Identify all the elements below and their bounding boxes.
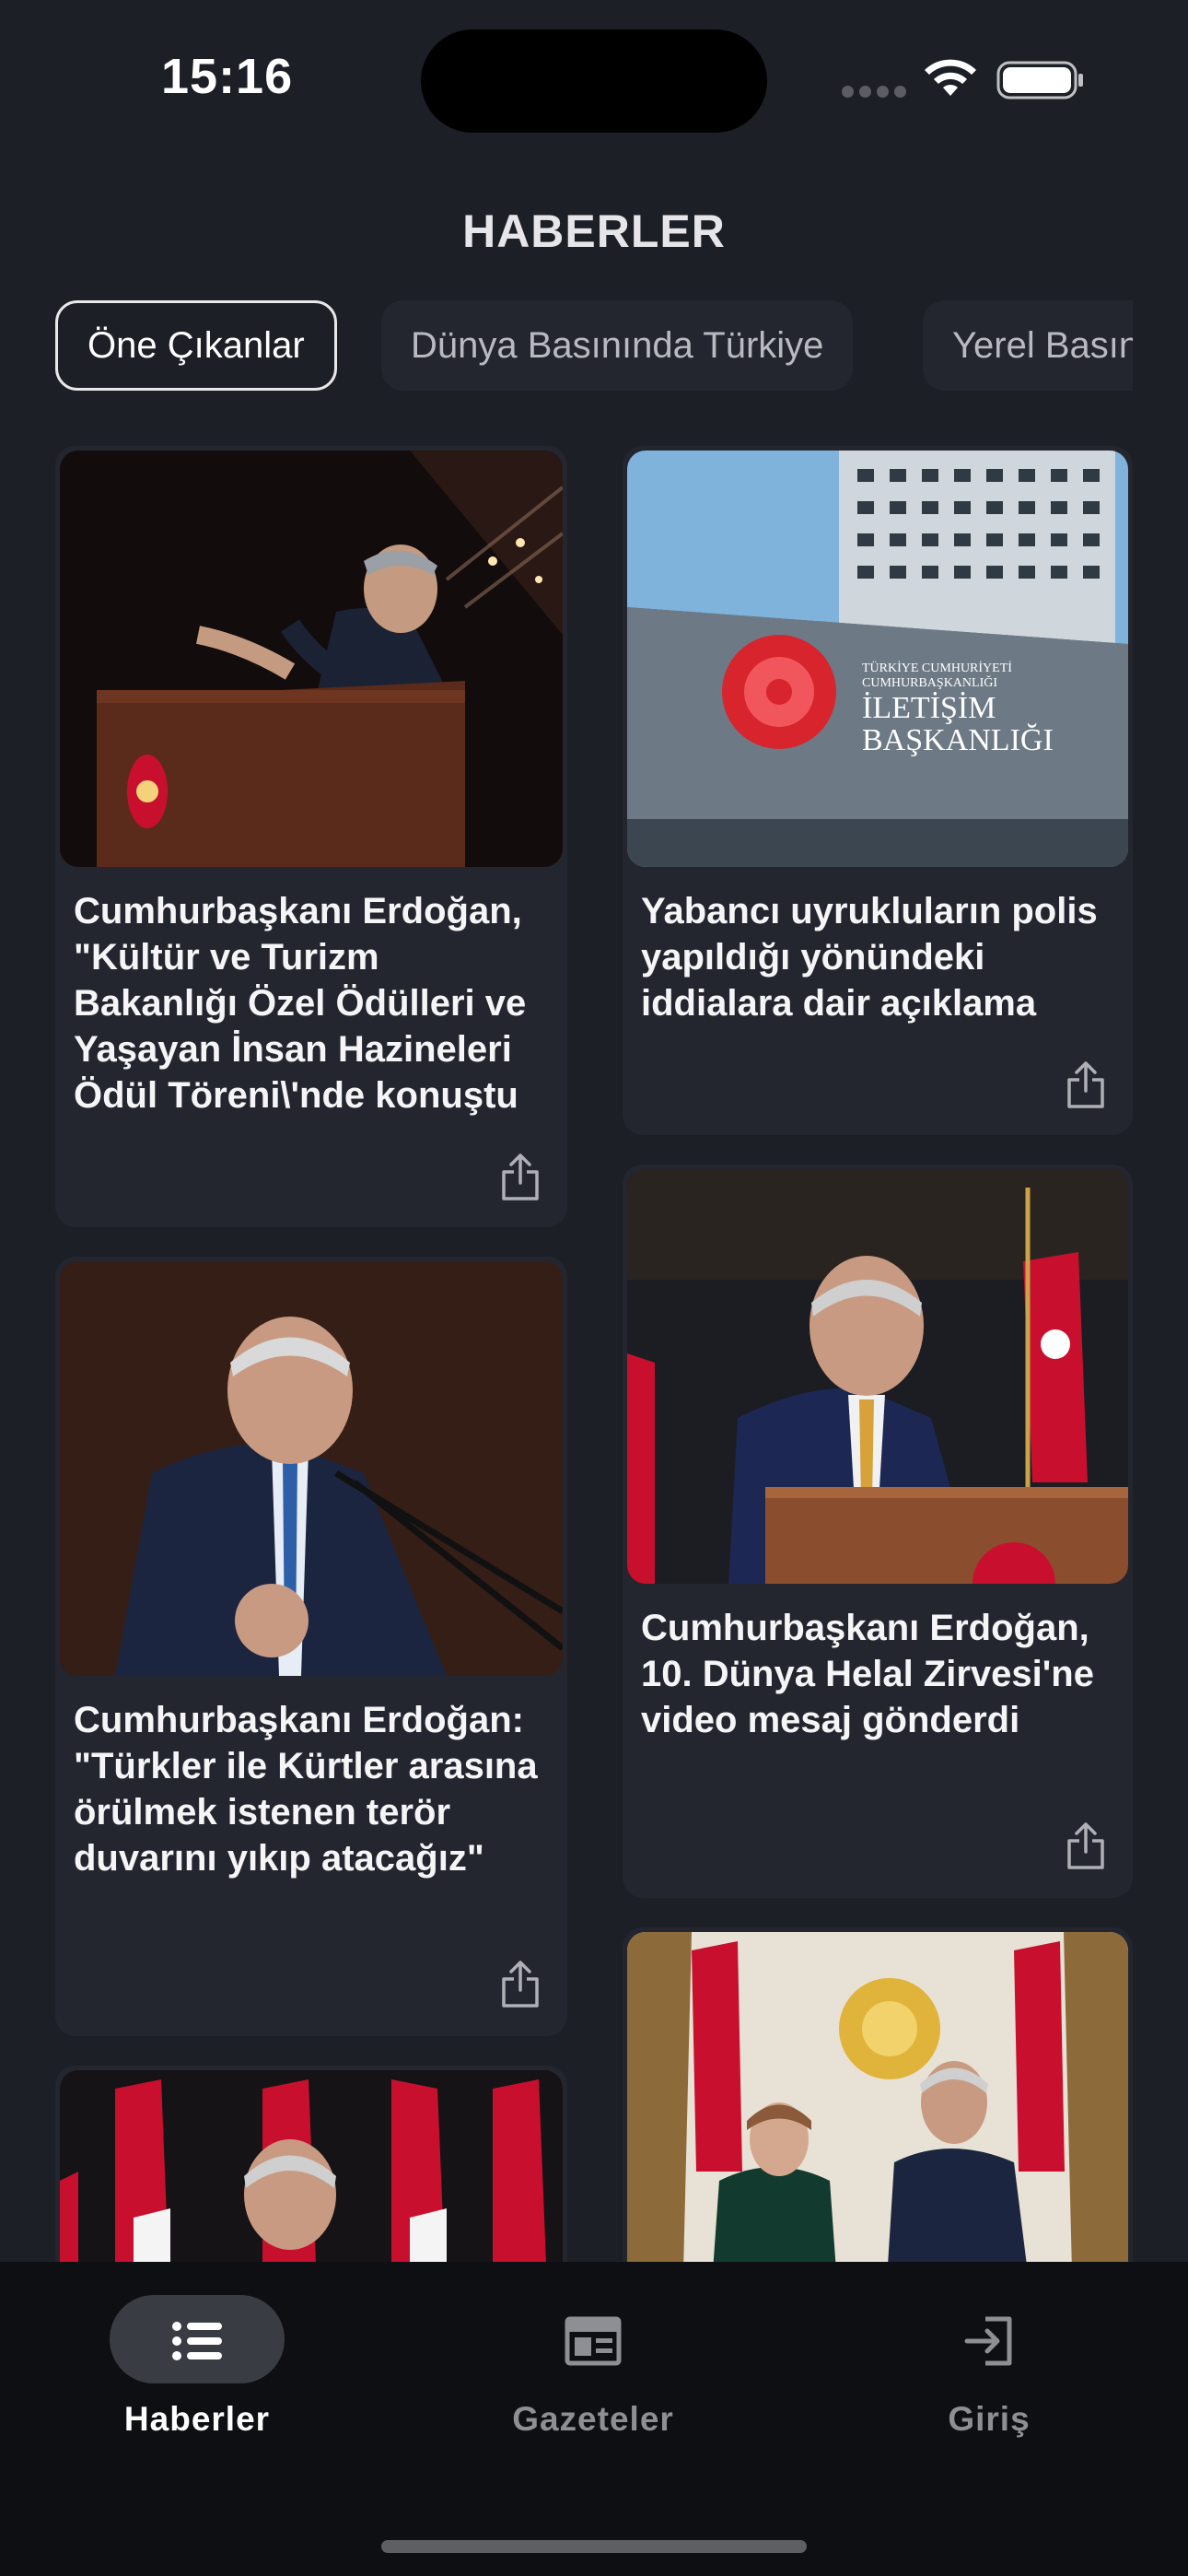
news-image[interactable]	[627, 1932, 1128, 2305]
news-image[interactable]: TÜRKİYE CUMHURİYETİ CUMHURBAŞKANLIĞI İLE…	[627, 451, 1128, 867]
cellular-signal-icon	[842, 86, 906, 98]
tabbar-label: Haberler	[123, 2400, 271, 2438]
tab-featured[interactable]: Öne Çıkanlar	[55, 300, 337, 391]
page-title: HABERLER	[462, 205, 726, 257]
svg-text:İLETİŞİM: İLETİŞİM	[862, 691, 996, 725]
svg-text:CUMHURBAŞKANLIĞI: CUMHURBAŞKANLIĞI	[862, 674, 997, 690]
news-image[interactable]	[60, 1261, 563, 1676]
news-title[interactable]: Cumhurbaşkanı Erdoğan, 10. Dünya Helal Z…	[641, 1605, 1112, 1743]
bottom-tab-bar: Haberler Gazeteler Giriş	[0, 2262, 1188, 2576]
share-icon[interactable]	[499, 1961, 542, 2008]
list-icon	[172, 2322, 222, 2360]
share-icon[interactable]	[1065, 1822, 1107, 1870]
svg-text:BAŞKANLIĞI: BAŞKANLIĞI	[862, 723, 1054, 757]
news-title[interactable]: Cumhurbaşkanı Erdoğan: "Türkler ile Kürt…	[74, 1697, 547, 1881]
status-time: 15:16	[161, 49, 294, 104]
tab-world-press[interactable]: Dünya Basınında Türkiye	[381, 300, 854, 391]
newspaper-icon	[565, 2316, 622, 2366]
news-card[interactable]: TÜRKİYE CUMHURİYETİ CUMHURBAŞKANLIĞI İLE…	[623, 446, 1133, 1135]
news-title[interactable]: Cumhurbaşkanı Erdoğan, "Kültür ve Turizm…	[74, 888, 547, 1118]
home-indicator	[381, 2540, 807, 2553]
share-icon[interactable]	[499, 1153, 542, 1201]
status-bar: 15:16	[0, 0, 1188, 157]
login-icon	[964, 2316, 1012, 2366]
tab-local-press[interactable]: Yerel Basın	[923, 300, 1133, 391]
battery-icon	[996, 61, 1083, 100]
category-tabs[interactable]: Öne Çıkanlar Dünya Basınında Türkiye Yer…	[55, 300, 1133, 391]
news-card[interactable]	[623, 1927, 1133, 2305]
news-title[interactable]: Yabancı uyrukluların polis yapıldığı yön…	[641, 888, 1112, 1026]
news-image[interactable]	[627, 1169, 1128, 1584]
news-card[interactable]: Cumhurbaşkanı Erdoğan: "Türkler ile Kürt…	[55, 1257, 567, 2036]
tabbar-label: Giriş	[948, 2400, 1031, 2438]
dynamic-island	[421, 29, 767, 133]
svg-text:TÜRKİYE CUMHURİYETİ: TÜRKİYE CUMHURİYETİ	[862, 660, 1012, 675]
wifi-icon	[925, 59, 976, 96]
tabbar-label: Gazeteler	[512, 2400, 674, 2438]
news-card[interactable]: Cumhurbaşkanı Erdoğan, 10. Dünya Helal Z…	[623, 1165, 1133, 1898]
news-image[interactable]	[60, 451, 563, 867]
news-card[interactable]: Cumhurbaşkanı Erdoğan, "Kültür ve Turizm…	[55, 446, 567, 1227]
share-icon[interactable]	[1065, 1061, 1107, 1109]
